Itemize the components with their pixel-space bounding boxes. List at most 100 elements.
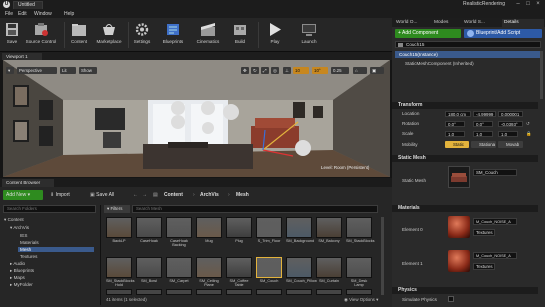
maximize-viewport-button[interactable]: ▣ [370,67,384,74]
asset-search-input[interactable]: Search Mesh [132,205,378,213]
rotation-y-field[interactable]: 0.0° [473,121,493,127]
asset-thumbnail-partial[interactable] [166,289,192,295]
transform-section-header[interactable]: Transform [392,102,538,109]
location-z-field[interactable]: 0.000001 [498,111,523,117]
asset-tile[interactable]: SM_Couch [256,257,282,283]
asset-tile[interactable]: SM_StackBlocks [346,217,375,243]
viewport-options-button[interactable]: ▾ [6,67,14,74]
save-button[interactable]: Save [2,20,22,50]
unreal-logo-icon[interactable]: U [3,1,10,8]
close-icon[interactable]: × [533,1,543,8]
asset-thumbnail-partial[interactable] [106,289,132,295]
asset-tile[interactable]: SM_Balcony [316,217,342,243]
asset-tile[interactable]: S_Trim_Floor [256,217,282,243]
content-button[interactable]: Content [68,20,90,50]
element1-material-thumbnail[interactable] [448,250,470,272]
surface-snap-icon[interactable]: ⊥ [283,67,291,74]
scale-y-field[interactable]: 1.0 [473,131,493,137]
asset-thumbnail-partial[interactable] [316,289,342,295]
asset-tile[interactable]: SM_Ceiling Plane [196,257,222,287]
lock-icon[interactable]: 🔒 [526,131,532,137]
asset-thumbnail-partial[interactable] [136,289,162,295]
asset-thumbnail-partial[interactable] [256,289,282,295]
folder-textures[interactable]: Textures [20,254,37,259]
breadcrumb-mesh[interactable]: Mesh [236,190,256,200]
rotation-z-field[interactable]: -0.0393° [498,121,523,127]
mobility-static-button[interactable]: Static [445,141,469,148]
location-x-field[interactable]: 180.0 cm [445,111,471,117]
asset-tile[interactable]: CaseHoak Backing [166,217,192,247]
viewport-tab[interactable]: Viewport 1 [2,53,42,60]
actor-name-field[interactable]: Couch15 [395,41,541,48]
settings-button[interactable]: Settings [131,20,153,50]
source-control-button[interactable]: Source Control [24,20,58,50]
asset-tile[interactable]: Mug [196,217,222,243]
rotate-tool-icon[interactable]: ↻ [251,67,259,74]
asset-tile[interactable]: SM_Coffee Table [226,257,252,287]
asset-scrollbar[interactable] [381,217,384,295]
breadcrumb-content[interactable]: Content [164,190,194,200]
mobility-movable-button[interactable]: Movab [498,141,523,148]
asset-thumbnail-partial[interactable] [346,289,372,295]
scale-z-field[interactable]: 1.0 [498,131,518,137]
folder-icon[interactable]: ▤ [153,190,161,200]
panel-splitter[interactable] [100,205,101,305]
folder-materials[interactable]: Materials [20,240,39,245]
element1-material-dropdown[interactable]: M_Couch_NOISE_A [473,252,517,259]
lit-button[interactable]: Lit [60,67,76,74]
level-viewport[interactable]: ▾ Perspective Lit Show ✥ ↻ ⤢ ◎ ⊥ 10 10° … [3,60,390,177]
blueprint-add-script-button[interactable]: Blueprint/Add Script [464,29,542,38]
static-mesh-thumbnail[interactable] [448,166,470,188]
forward-arrow-icon[interactable]: → [142,190,150,200]
back-arrow-icon[interactable]: ← [133,190,141,200]
asset-thumbnail-partial[interactable] [196,289,222,295]
save-all-button[interactable]: ▣ Save All [88,190,128,200]
folder-archvis[interactable]: ▾ ArchVis [10,225,29,231]
import-button[interactable]: ⬇ Import [48,190,86,200]
asset-thumbnail-partial[interactable] [286,289,312,295]
add-new-button[interactable]: Add New ▾ [3,190,43,200]
grid-snap-button[interactable]: 10 [293,67,309,74]
asset-tile[interactable]: SM_Bowl [136,257,162,283]
scale-snap-button[interactable]: 0.25 [331,67,349,74]
camera-speed-button[interactable]: ⌂ [353,67,367,74]
play-button[interactable]: Play [264,20,286,50]
menu-file[interactable]: File [5,11,13,17]
folder-myfolder[interactable]: ▸ MyFolder [10,282,33,288]
marketplace-button[interactable]: Marketplace [93,20,125,50]
static-mesh-dropdown[interactable]: SM_Couch [473,169,517,176]
asset-tile[interactable]: SM_Curtain [316,257,342,283]
folder-content[interactable]: ▾ Content [4,217,24,223]
physics-section-header[interactable]: Physics [392,287,538,294]
mobility-stationary-button[interactable]: Stationa [471,141,496,148]
asset-tile[interactable]: CaseHoak [136,217,162,243]
perspective-button[interactable]: Perspective [17,67,57,74]
scale-tool-icon[interactable]: ⤢ [261,67,269,74]
element0-material-thumbnail[interactable] [448,216,470,238]
translate-tool-icon[interactable]: ✥ [241,67,249,74]
add-component-button[interactable]: + Add Component [395,29,461,38]
folder-audio[interactable]: ▸ Audio [10,261,25,267]
asset-tile[interactable]: SM_Couch_Pillow [286,257,317,283]
tab-modes[interactable]: Modes [432,19,460,27]
view-options-button[interactable]: ◉ View Options ▾ [344,297,378,303]
maximize-icon[interactable]: □ [523,1,533,8]
folder-mesh[interactable]: Mesh [18,247,94,252]
folder-ies[interactable]: IES [20,233,27,238]
element1-textures-dropdown[interactable]: Textures [473,263,495,270]
asset-tile[interactable]: BackLP [106,217,132,243]
details-scrollbar[interactable] [540,51,543,99]
location-y-field[interactable]: -4.99999 [473,111,496,117]
element0-material-dropdown[interactable]: M_Couch_NOISE_A [473,218,517,225]
menu-window[interactable]: Window [34,11,52,17]
scale-x-field[interactable]: 1.0 [445,131,465,137]
breadcrumb-archvis[interactable]: ArchVis [200,190,226,200]
tab-world-outliner[interactable]: World O... [394,19,430,27]
folder-maps[interactable]: ▸ Maps [10,275,25,281]
component-instance-row[interactable]: Couch15(Instance) [395,51,541,58]
simulate-physics-checkbox[interactable] [448,296,454,302]
document-tab[interactable]: Untitled [13,1,43,9]
component-inherited-row[interactable]: StaticMeshComponent (Inherited) [395,60,535,67]
cinematics-button[interactable]: Cinematics [193,20,223,50]
folder-search-input[interactable]: Search Folders [3,205,96,213]
